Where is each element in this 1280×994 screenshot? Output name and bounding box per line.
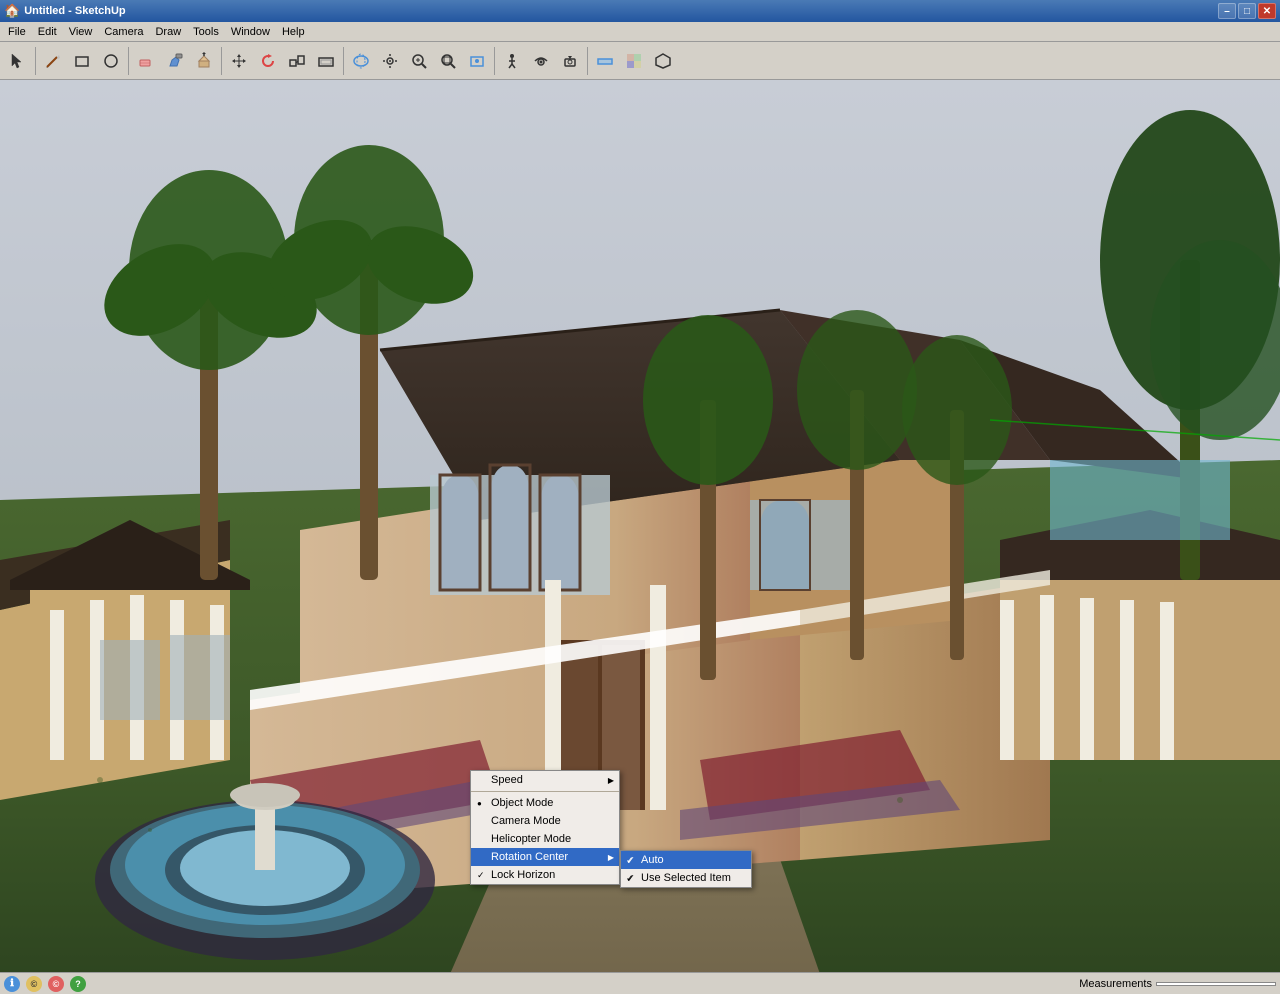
- rotation-center-submenu: ✓ Auto ✓ Use Selected Item: [620, 850, 752, 888]
- menu-tools[interactable]: Tools: [187, 22, 225, 42]
- toolbar-sep-5: [494, 47, 495, 75]
- pushpull-tool-button[interactable]: [190, 47, 218, 75]
- measurements-label: Measurements: [1079, 978, 1156, 990]
- eraser-tool-button[interactable]: [132, 47, 160, 75]
- copyright-icon-2[interactable]: ©: [48, 976, 64, 992]
- menu-help[interactable]: Help: [276, 22, 311, 42]
- close-button[interactable]: ✕: [1258, 3, 1276, 19]
- paint-tool-button[interactable]: [161, 47, 189, 75]
- context-menu-wrapper: Speed Object Mode Camera Mode Helicopter…: [470, 770, 620, 885]
- lookaround-tool-button[interactable]: [527, 47, 555, 75]
- toolbar-sep-2: [128, 47, 129, 75]
- menu-edit[interactable]: Edit: [32, 22, 63, 42]
- titlebar-controls: – □ ✕: [1218, 3, 1276, 19]
- maximize-button[interactable]: □: [1238, 3, 1256, 19]
- menu-window[interactable]: Window: [225, 22, 276, 42]
- ctx-rotation-center-item[interactable]: Rotation Center: [471, 848, 619, 866]
- ctx-object-mode-item[interactable]: Object Mode: [471, 794, 619, 812]
- toolbar-sep-4: [343, 47, 344, 75]
- zoom-tool-button[interactable]: [405, 47, 433, 75]
- ctx-camera-mode-item[interactable]: Camera Mode: [471, 812, 619, 830]
- scene-view: [0, 80, 1280, 974]
- menu-view[interactable]: View: [63, 22, 99, 42]
- scale-tool-button[interactable]: [283, 47, 311, 75]
- statusbar-left: ℹ © © ?: [4, 976, 86, 992]
- titlebar-left: 🏠 Untitled - SketchUp: [4, 3, 126, 19]
- zoom-window-tool-button[interactable]: [434, 47, 462, 75]
- minimize-button[interactable]: –: [1218, 3, 1236, 19]
- main-viewport[interactable]: Speed Object Mode Camera Mode Helicopter…: [0, 80, 1280, 974]
- section-plane-tool-button[interactable]: [591, 47, 619, 75]
- app-icon: 🏠: [4, 3, 20, 19]
- copyright-icon-1[interactable]: ©: [26, 976, 42, 992]
- move-tool-button[interactable]: [225, 47, 253, 75]
- submenu-use-selected-item[interactable]: ✓ Use Selected Item: [621, 869, 751, 887]
- components-tool-button[interactable]: [649, 47, 677, 75]
- info-icon[interactable]: ℹ: [4, 976, 20, 992]
- zoom-extents-tool-button[interactable]: [463, 47, 491, 75]
- toolbar-sep-6: [587, 47, 588, 75]
- menu-file[interactable]: File: [2, 22, 32, 42]
- materials-tool-button[interactable]: [620, 47, 648, 75]
- main-toolbar: [0, 42, 1280, 80]
- menu-bar: File Edit View Camera Draw Tools Window …: [0, 22, 1280, 42]
- rectangle-tool-button[interactable]: [68, 47, 96, 75]
- statusbar-right: Measurements: [1079, 978, 1276, 990]
- offset-tool-button[interactable]: [312, 47, 340, 75]
- orbit-tool-button[interactable]: [347, 47, 375, 75]
- menu-draw[interactable]: Draw: [149, 22, 187, 42]
- circle-tool-button[interactable]: [97, 47, 125, 75]
- help-icon[interactable]: ?: [70, 976, 86, 992]
- ctx-lock-horizon-item[interactable]: Lock Horizon: [471, 866, 619, 884]
- status-bar: ℹ © © ? Measurements: [0, 972, 1280, 994]
- rotate-tool-button[interactable]: [254, 47, 282, 75]
- menu-camera[interactable]: Camera: [98, 22, 149, 42]
- position-camera-tool-button[interactable]: [556, 47, 584, 75]
- ctx-speed-item[interactable]: Speed: [471, 771, 619, 789]
- submenu-rotation: ✓ Auto ✓ Use Selected Item: [620, 850, 752, 888]
- pan-tool-button[interactable]: [376, 47, 404, 75]
- measurements-input[interactable]: [1156, 982, 1276, 986]
- ctx-helicopter-mode-item[interactable]: Helicopter Mode: [471, 830, 619, 848]
- toolbar-sep-1: [35, 47, 36, 75]
- toolbar-sep-3: [221, 47, 222, 75]
- title-bar: 🏠 Untitled - SketchUp – □ ✕: [0, 0, 1280, 22]
- pencil-tool-button[interactable]: [39, 47, 67, 75]
- select-tool-button[interactable]: [4, 47, 32, 75]
- submenu-auto-item[interactable]: ✓ Auto: [621, 851, 751, 869]
- context-menu: Speed Object Mode Camera Mode Helicopter…: [470, 770, 620, 885]
- ctx-separator-1: [471, 791, 619, 792]
- app-title: Untitled - SketchUp: [24, 5, 125, 17]
- walk-tool-button[interactable]: [498, 47, 526, 75]
